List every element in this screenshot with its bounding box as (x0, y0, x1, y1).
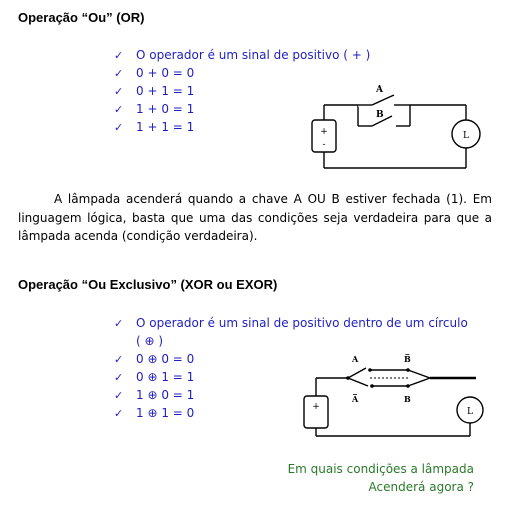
check-icon: ✓ (114, 407, 124, 420)
switch-a-label: A (351, 354, 359, 364)
check-icon: ✓ (114, 371, 124, 384)
check-icon: ✓ (114, 389, 124, 402)
question-line-1: Em quais condições a lâmpada (287, 462, 474, 476)
battery-minus-label: - (322, 140, 325, 150)
check-icon: ✓ (114, 85, 124, 98)
xor-circuit-diagram: + L A B̅ A̅ B (303, 354, 484, 437)
check-icon: ✓ (114, 67, 124, 80)
check-icon: ✓ (114, 103, 124, 116)
or-explanation-paragraph: A lâmpada acenderá quando a chave A OU B… (18, 192, 492, 243)
lamp-label: L (463, 131, 469, 141)
switch-b-label: B (404, 394, 411, 404)
or-section-title: Operação “Ou” (OR) (18, 10, 145, 25)
list-item: ✓ O operador é um sinal de positivo dentr… (114, 316, 468, 330)
or-circuit-diagram: + - L A B (311, 85, 481, 169)
question-text: Em quais condições a lâmpada Acenderá ag… (288, 460, 474, 496)
switch-a-label: A (375, 85, 384, 95)
check-icon: ✓ (114, 353, 124, 366)
battery-plus-label: + (320, 127, 328, 137)
battery-plus-label: + (312, 402, 320, 412)
check-icon: ✓ (114, 121, 124, 134)
switch-b-bar-label: B̅ (404, 354, 411, 364)
check-icon: ✓ (114, 317, 124, 330)
list-item: ✓ O operador é um sinal de positivo ( + ) (114, 48, 371, 62)
lamp-label: L (467, 407, 473, 417)
switch-b-label: B (376, 110, 384, 120)
question-line-2: Acenderá agora ? (368, 480, 474, 494)
xor-section-title: Operação “Ou Exclusivo” (XOR ou EXOR) (18, 277, 278, 292)
check-icon: ✓ (114, 49, 124, 62)
battery-icon (303, 395, 329, 429)
switch-a-bar-label: A̅ (351, 394, 359, 404)
